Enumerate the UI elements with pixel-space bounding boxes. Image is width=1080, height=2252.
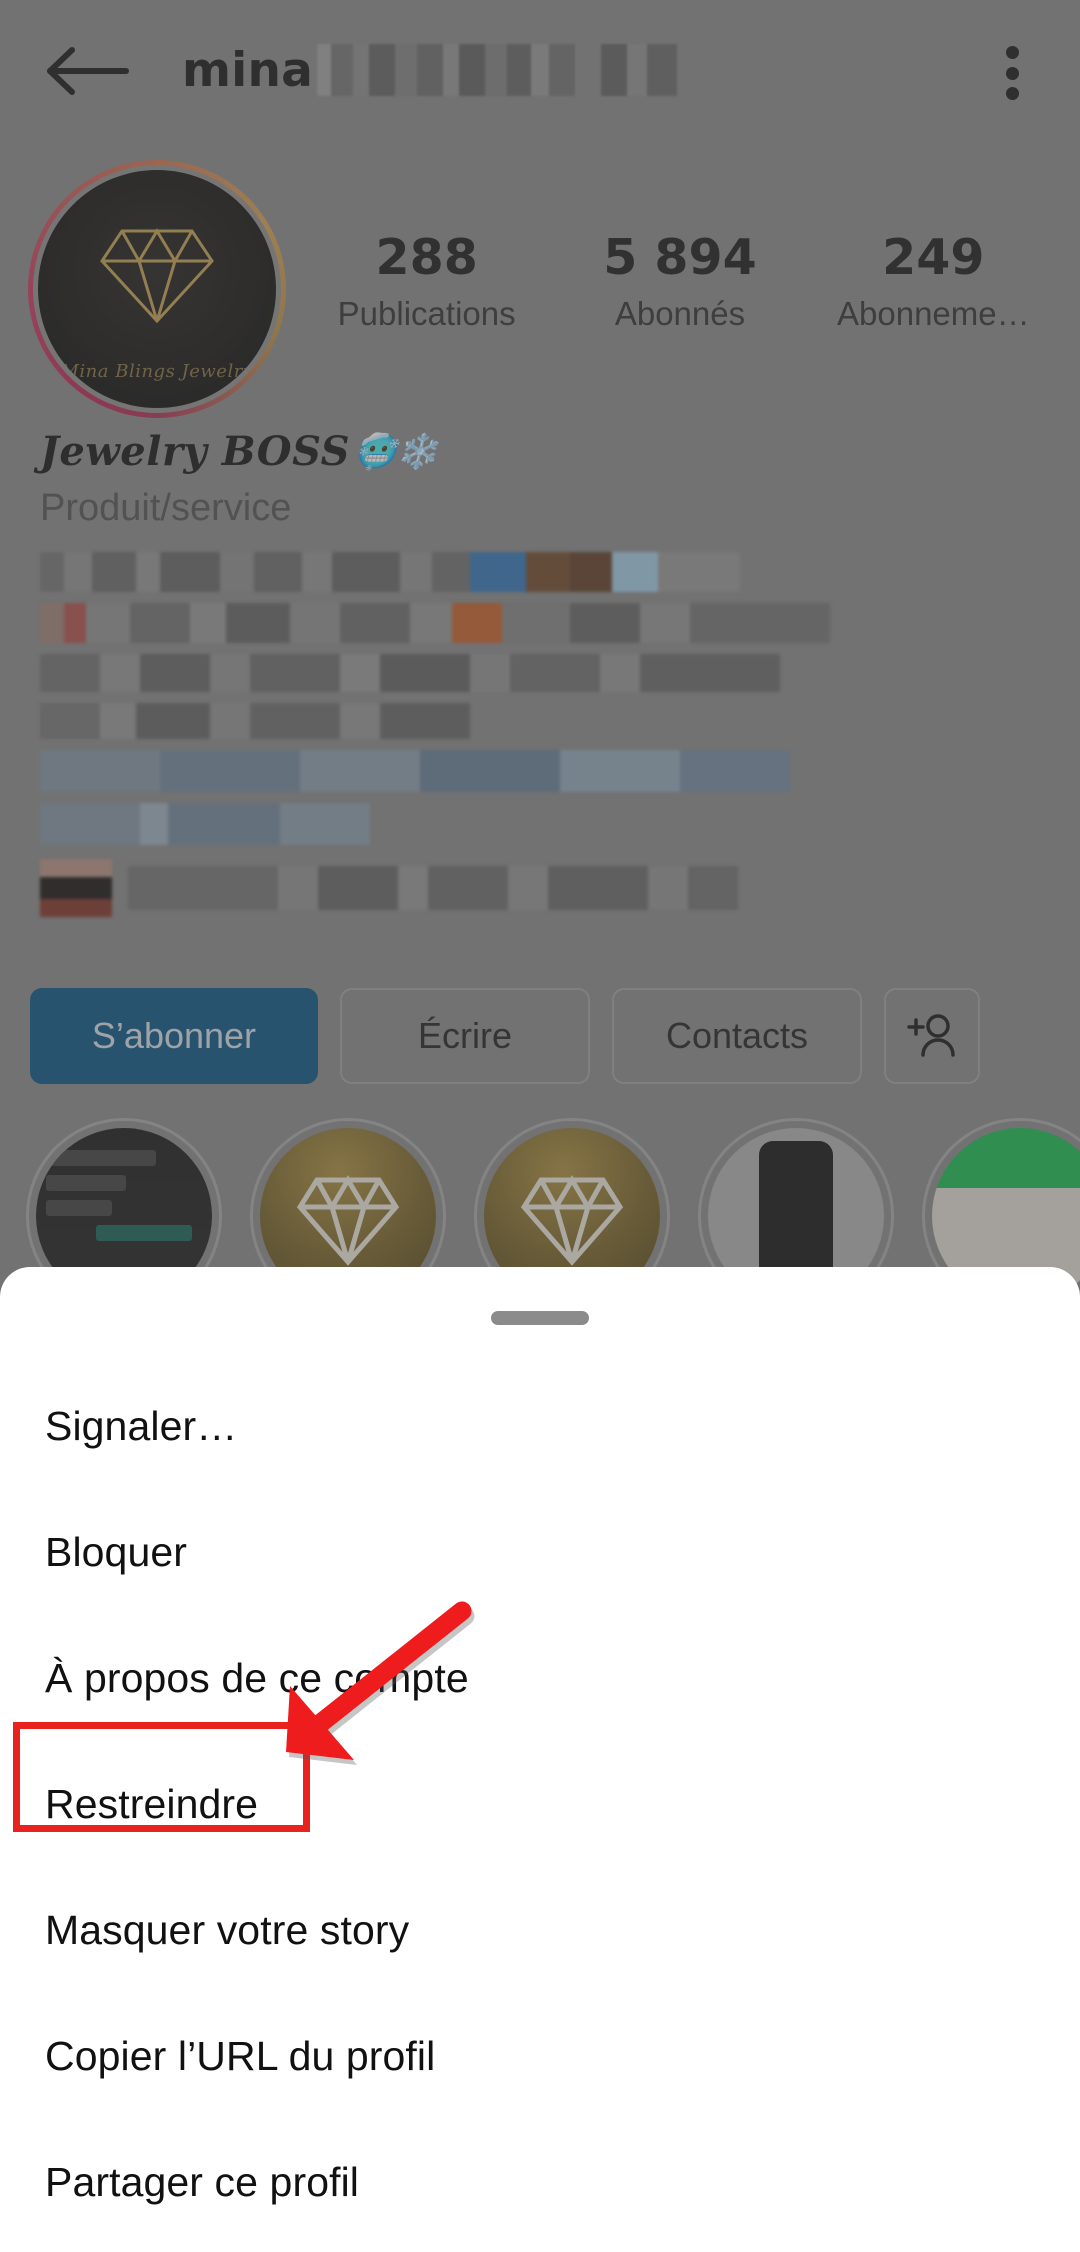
options-menu-list: Signaler… Bloquer À propos de ce compte …: [0, 1363, 1080, 2245]
menu-item-restrict[interactable]: Restreindre: [0, 1741, 1080, 1867]
menu-item-report[interactable]: Signaler…: [0, 1363, 1080, 1489]
menu-item-copy-url[interactable]: Copier l’URL du profil: [0, 1993, 1080, 2119]
menu-item-about-account[interactable]: À propos de ce compte: [0, 1615, 1080, 1741]
menu-item-block[interactable]: Bloquer: [0, 1489, 1080, 1615]
menu-item-hide-story[interactable]: Masquer votre story: [0, 1867, 1080, 1993]
menu-item-share-profile[interactable]: Partager ce profil: [0, 2119, 1080, 2245]
drag-handle[interactable]: [491, 1311, 589, 1325]
profile-options-bottom-sheet: Signaler… Bloquer À propos de ce compte …: [0, 1267, 1080, 2252]
